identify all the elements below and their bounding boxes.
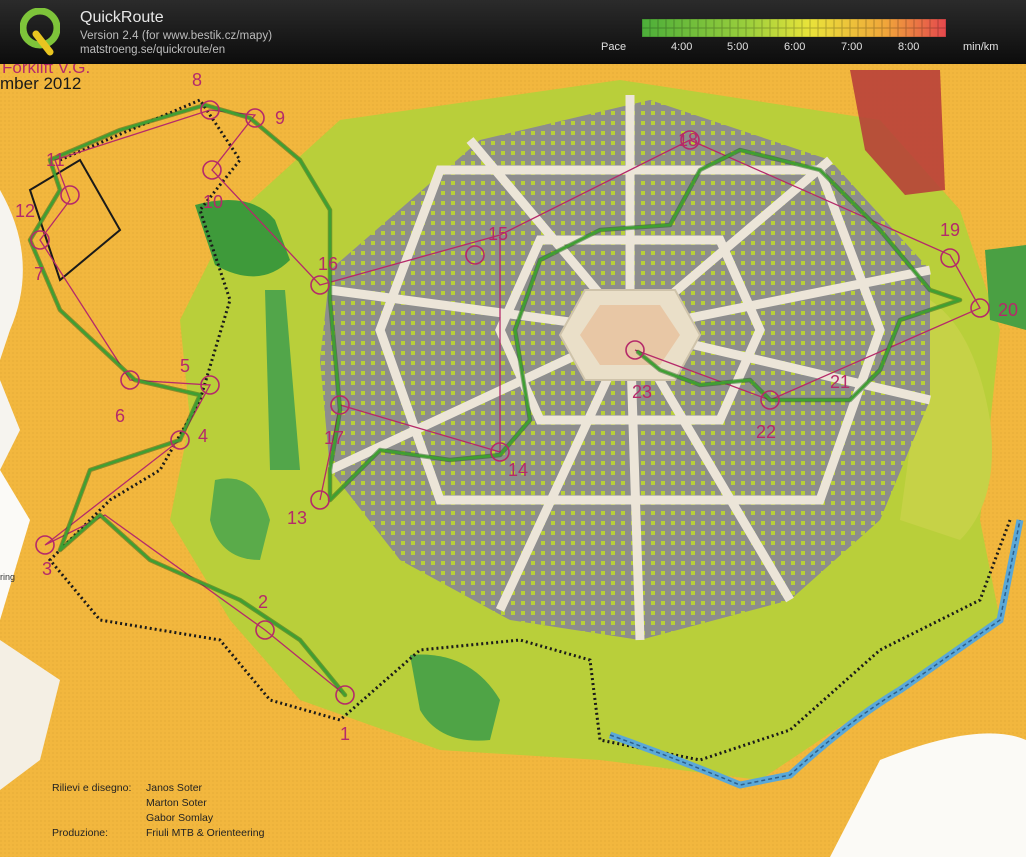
orienteering-map[interactable]: 1 2 3 4 5 6 7 8 9 10 11 12 13 14 15 16 1… bbox=[0, 64, 1026, 857]
control-number: 2 bbox=[258, 592, 268, 612]
control-number: 11 bbox=[46, 150, 65, 170]
pace-tick-label: 7:00 bbox=[841, 41, 863, 53]
control-number: 8 bbox=[192, 70, 202, 90]
control-number: 22 bbox=[756, 422, 776, 442]
event-date: mber 2012 bbox=[0, 74, 82, 93]
pace-tick-label: 6:00 bbox=[784, 41, 806, 53]
control-number: 23 bbox=[632, 382, 652, 402]
control-number: 4 bbox=[198, 426, 208, 446]
header-bar: QuickRoute Version 2.4 (for www.bestik.c… bbox=[0, 0, 1026, 64]
map-drawing: 1 2 3 4 5 6 7 8 9 10 11 12 13 14 15 16 1… bbox=[0, 64, 1026, 857]
map-edge-label: ring bbox=[0, 572, 16, 582]
control-number: 1 bbox=[340, 724, 350, 744]
control-number: 5 bbox=[180, 356, 190, 376]
pace-color-scale bbox=[642, 19, 946, 37]
pace-unit-label: min/km bbox=[963, 41, 999, 53]
pace-tick-label: 8:00 bbox=[898, 41, 920, 53]
control-number: 14 bbox=[508, 460, 528, 480]
pace-tick-label: 4:00 bbox=[671, 41, 693, 53]
control-number: 18 bbox=[678, 130, 698, 150]
control-number: 12 bbox=[15, 201, 35, 221]
control-number: 17 bbox=[324, 428, 344, 448]
control-number: 21 bbox=[830, 372, 850, 392]
control-number: 6 bbox=[115, 406, 125, 426]
control-number: 16 bbox=[318, 254, 338, 274]
app-url: matstroeng.se/quickroute/en bbox=[80, 44, 226, 56]
control-number: 9 bbox=[275, 108, 285, 128]
app-title: QuickRoute bbox=[80, 9, 164, 26]
quickroute-logo-icon bbox=[20, 8, 60, 56]
app-version: Version 2.4 (for www.bestik.cz/mapy) bbox=[80, 30, 273, 42]
control-number: 3 bbox=[42, 559, 52, 579]
control-number: 19 bbox=[940, 220, 960, 240]
control-number: 7 bbox=[34, 264, 44, 284]
control-number: 10 bbox=[203, 192, 223, 212]
pace-tick-label: 5:00 bbox=[727, 41, 749, 53]
control-number: 20 bbox=[998, 300, 1018, 320]
quickroute-window: QuickRoute Version 2.4 (for www.bestik.c… bbox=[0, 0, 1026, 857]
event-name: Forklift V.G. bbox=[2, 64, 91, 74]
control-number: 13 bbox=[287, 508, 307, 528]
event-title: Forklift V.G. mber 2012 bbox=[0, 64, 90, 94]
control-number: 15 bbox=[488, 224, 508, 244]
pace-label: Pace bbox=[601, 41, 627, 53]
